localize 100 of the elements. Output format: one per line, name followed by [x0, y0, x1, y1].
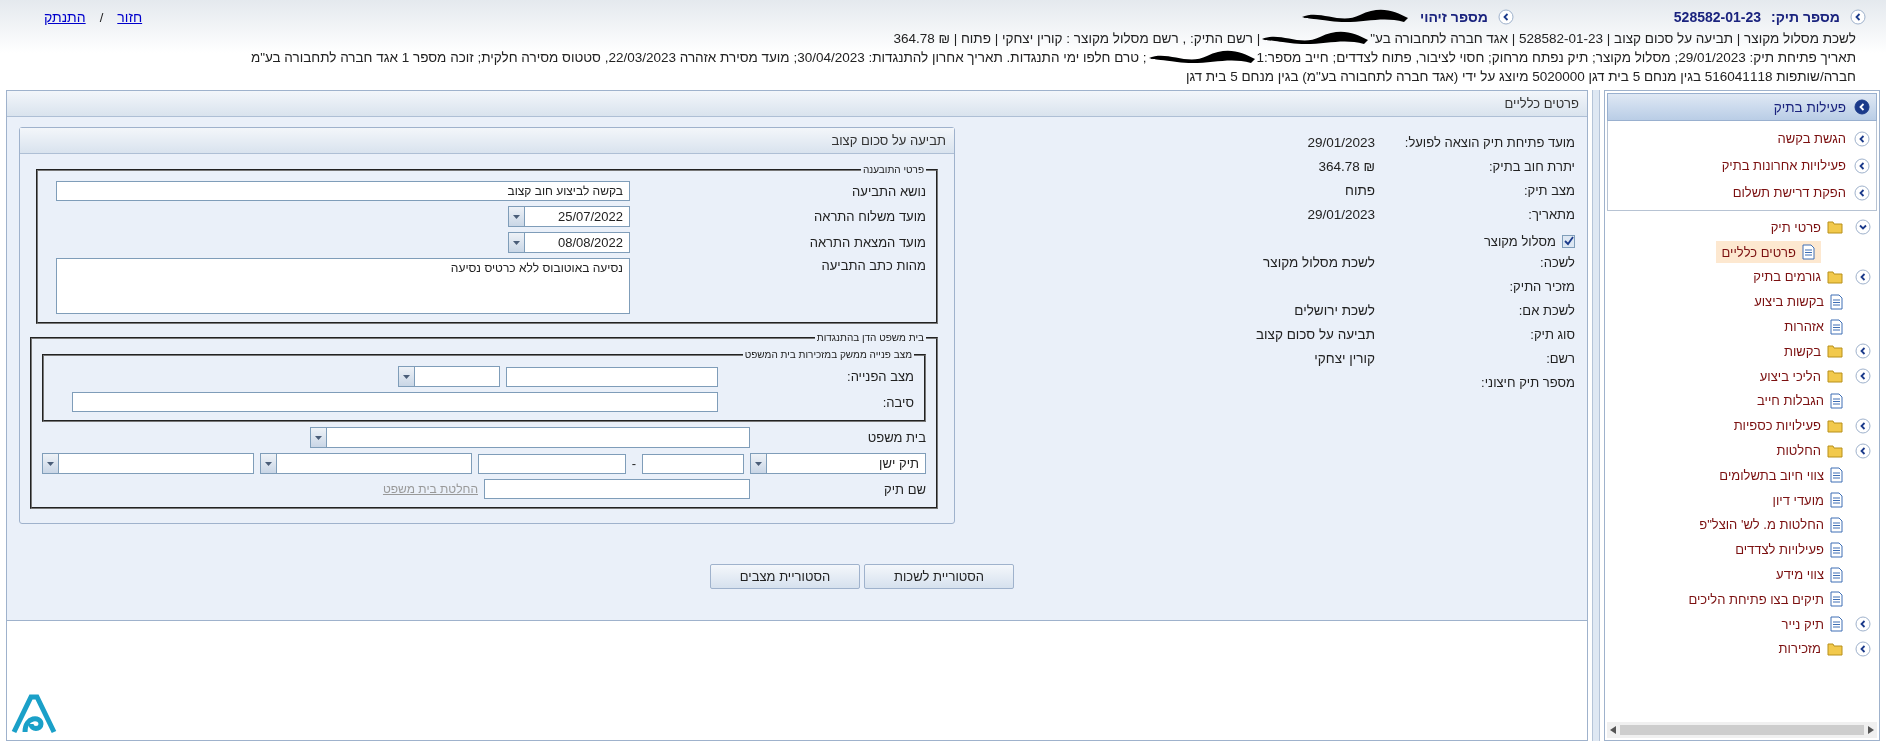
expand-icon[interactable] — [1855, 417, 1871, 434]
tree-item[interactable]: מועדי דיון — [1766, 489, 1849, 512]
panel-title: תביעה על סכום קצוב — [831, 133, 946, 148]
tree-item[interactable]: מזכירות — [1772, 638, 1849, 660]
panel-title: פרטים כלליים — [1504, 96, 1579, 111]
field-value: קורין יצחקי — [1314, 351, 1375, 366]
action-item[interactable]: פעילויות אחרונות בתיק — [1608, 152, 1876, 179]
folder-icon — [1827, 641, 1843, 656]
tree-item[interactable]: בקשות — [1777, 340, 1849, 362]
expand-icon[interactable] — [1855, 442, 1871, 459]
tree-item[interactable]: צווי חיוב בתשלומים — [1713, 464, 1849, 487]
tree-item[interactable]: פרטי תיק — [1764, 216, 1849, 238]
caret-icon — [315, 435, 322, 440]
tree-item[interactable]: תיקים בצו פתיחת הליכים — [1682, 588, 1849, 611]
tree-item[interactable]: הליכי ביצוע — [1753, 365, 1849, 387]
tree-item[interactable]: פעילויות כספיות — [1727, 415, 1849, 437]
document-icon — [1830, 591, 1843, 608]
input-field[interactable] — [477, 453, 626, 474]
input-field[interactable] — [484, 479, 750, 499]
logout-link[interactable]: התנתק — [44, 9, 86, 25]
document-icon — [1830, 392, 1843, 409]
group-title: בית משפט הדן בהתנגדות — [815, 332, 925, 343]
folder-icon — [1827, 220, 1843, 235]
field-value: פתוח — [1345, 183, 1375, 198]
field-label: מתאריך: — [1527, 207, 1575, 224]
expand-icon[interactable] — [1850, 9, 1866, 25]
field-label: מהות כתב התביעה — [820, 258, 926, 273]
tree-item[interactable]: החלטות מ. לש' הוצל"פ — [1693, 513, 1849, 536]
scroll-right-icon[interactable] — [1868, 726, 1874, 734]
checkbox[interactable] — [1562, 234, 1575, 248]
field-label: מצב הפנייה: — [846, 369, 914, 384]
expand-icon[interactable] — [1855, 368, 1871, 385]
expand-icon[interactable] — [1497, 9, 1514, 25]
expand-icon[interactable] — [1854, 157, 1870, 174]
date-field[interactable]: 08/08/2022 — [508, 232, 630, 253]
tree-item[interactable]: הגבלות חייב — [1751, 389, 1849, 412]
scroll-left-icon[interactable] — [1610, 726, 1616, 734]
field-label: בית משפט — [866, 430, 926, 445]
expand-icon[interactable] — [1855, 269, 1871, 285]
panel-title: פעילות בתיק — [1773, 99, 1846, 115]
field-label: מספר תיק חיצוני: — [1480, 375, 1575, 392]
separator-text: - — [631, 456, 636, 471]
document-icon — [1830, 616, 1843, 633]
back-link[interactable]: חזור — [117, 9, 143, 25]
dropdown-field[interactable]: תיק ישן — [750, 453, 926, 474]
collapse-icon[interactable] — [1854, 99, 1870, 115]
tree-item[interactable]: פעילויות לצדדים — [1729, 538, 1849, 561]
tree-item[interactable]: צווי מידע — [1770, 563, 1849, 586]
dropdown-field[interactable] — [41, 453, 254, 474]
expand-icon[interactable] — [1854, 184, 1870, 201]
history-button[interactable]: הסטוריית מצבים — [710, 564, 860, 589]
field-label: מועד המצאת התראה — [808, 235, 926, 250]
tree-item[interactable]: גורמים בתיק — [1747, 266, 1849, 288]
field-label: מועד משלוח התראה — [813, 209, 926, 224]
folder-icon — [1827, 344, 1843, 359]
tree-item[interactable]: אזהרות — [1778, 315, 1849, 338]
logo-icon — [11, 694, 57, 734]
expand-icon[interactable] — [1855, 616, 1871, 633]
dropdown-field[interactable] — [310, 427, 750, 448]
field-value: תביעה על סכום קצוב — [1256, 327, 1375, 342]
case-summary-text: | רשם התיק: , רשם מסלול מקוצר : קורין יצחקי | פתוח | ₪ 364.78 — [893, 30, 1261, 47]
input-field[interactable] — [72, 392, 718, 412]
dropdown-field[interactable] — [259, 453, 472, 474]
tree-item[interactable]: החלטות — [1770, 440, 1849, 462]
case-number: 528582-01-23 — [1673, 9, 1761, 25]
dropdown-field[interactable] — [398, 366, 500, 387]
text-area[interactable]: נסיעה באוטובוס ללא כרטיס נסיעה — [56, 258, 630, 314]
expand-icon[interactable] — [1855, 640, 1871, 657]
document-icon — [1802, 244, 1815, 261]
expand-icon[interactable] — [1855, 343, 1871, 360]
caret-icon — [264, 461, 272, 466]
field-value: 29/01/2023 — [1307, 207, 1375, 222]
caret-icon — [513, 240, 520, 245]
input-field[interactable]: בקשה לביצוע חוב קצוב — [56, 181, 630, 201]
tree-item[interactable]: בקשות ביצוע — [1748, 290, 1849, 313]
document-icon — [1830, 541, 1843, 558]
tree-item[interactable]: תיק נייר — [1775, 613, 1849, 636]
group-title: מצב פנייה ממשק במזכירות בית המשפט — [743, 349, 913, 360]
caret-icon — [755, 461, 762, 466]
field-value: ₪ 364.78 — [1318, 159, 1375, 174]
input-field[interactable] — [642, 453, 744, 474]
document-icon — [1830, 293, 1843, 310]
group-title: פרטי התובענה — [861, 164, 925, 175]
field-value: 29/01/2023 — [1307, 135, 1375, 150]
input-field[interactable] — [506, 366, 718, 387]
id-number-label: מספר זיהוי — [1419, 9, 1488, 25]
folder-icon — [1827, 270, 1843, 284]
case-summary-text: תאריך פתיחת תיק: 29/01/2023; מסלול מקוצר; תיק נפתח מרחוק; חסוי לציבור, פתוח לצדדים; חייב מספר:1 — [1256, 49, 1856, 66]
document-icon — [1830, 318, 1843, 335]
action-item[interactable]: הפקת דרישת תשלום — [1608, 179, 1876, 206]
document-icon — [1830, 492, 1843, 509]
folder-icon — [1827, 369, 1843, 384]
action-item[interactable]: הגשת בקשה — [1608, 125, 1876, 152]
expand-icon[interactable] — [1854, 130, 1870, 147]
tree-item[interactable]: פרטים כלליים — [1715, 241, 1821, 264]
collapse-icon[interactable] — [1855, 219, 1871, 236]
history-button[interactable]: הסטוריית לשכות — [864, 564, 1014, 589]
horizontal-scrollbar[interactable] — [1607, 722, 1877, 738]
date-field[interactable]: 25/07/2022 — [508, 206, 630, 227]
field-label: מצב תיק: — [1522, 183, 1575, 200]
